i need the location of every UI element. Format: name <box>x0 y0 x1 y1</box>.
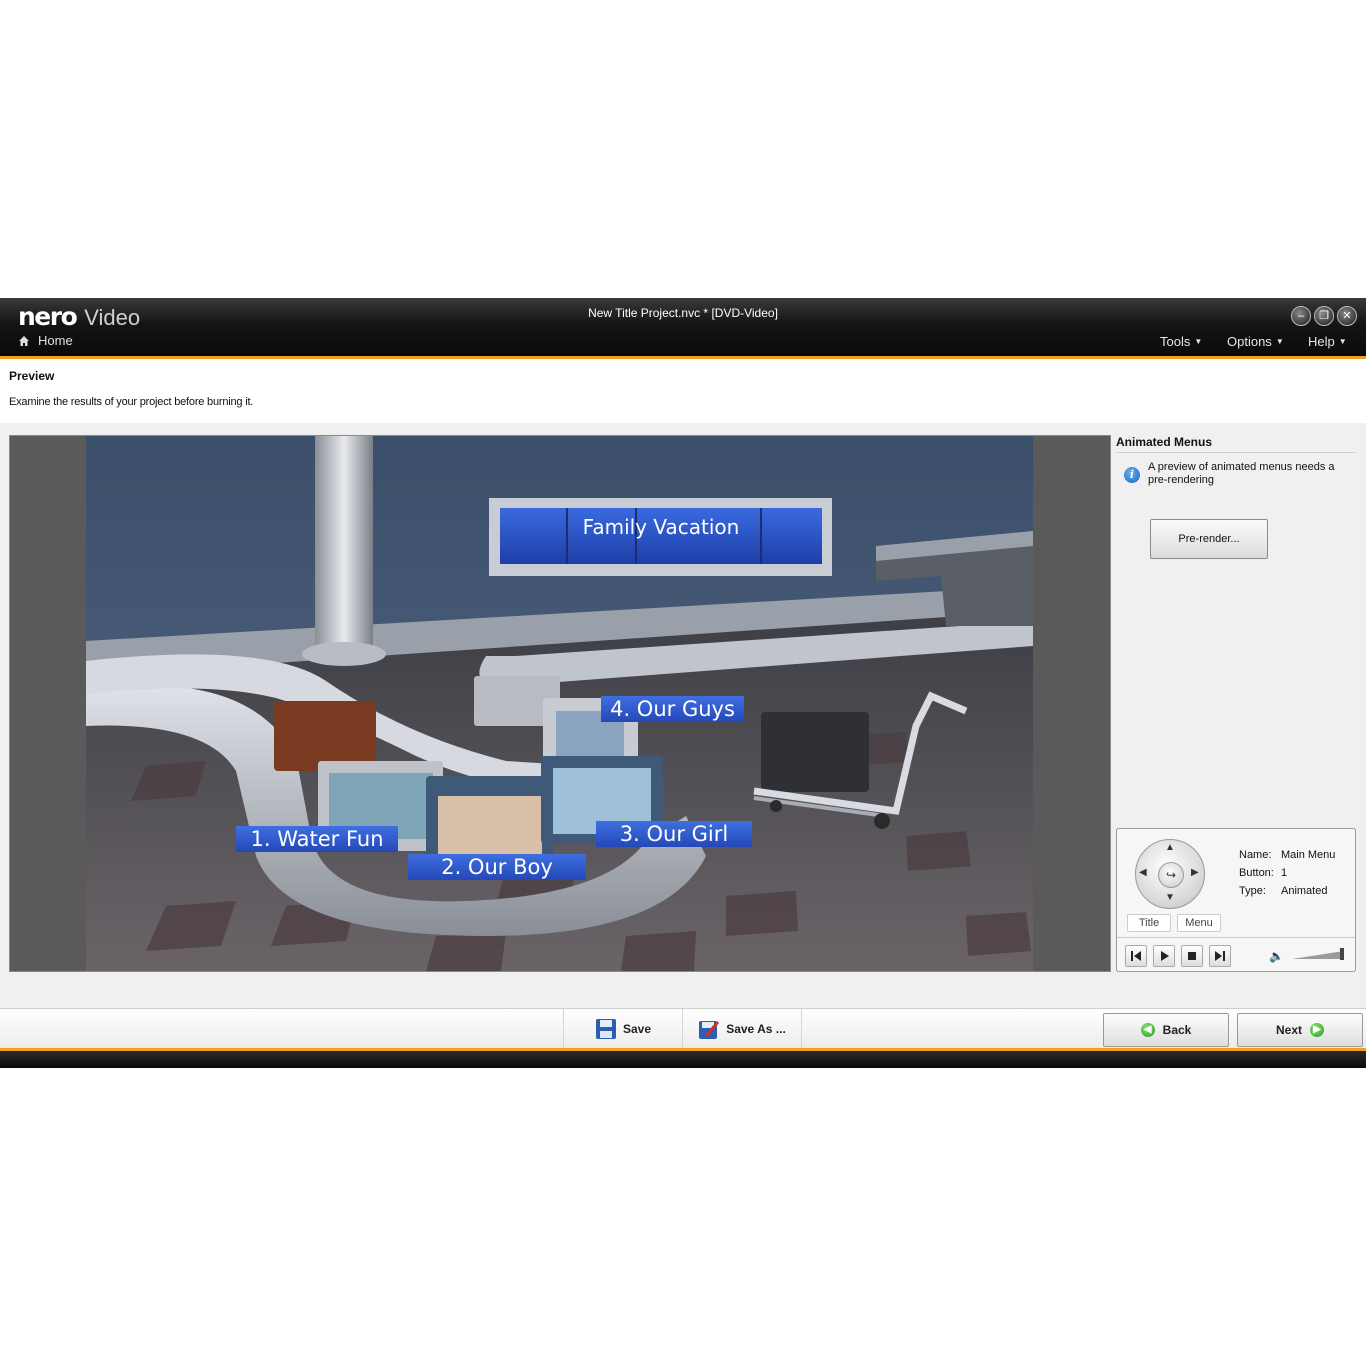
menu-help-label: Help <box>1308 334 1335 349</box>
enter-icon[interactable]: ↪ <box>1158 862 1184 888</box>
remote-divider <box>1117 937 1355 938</box>
nero-video-window: nero Video Home New Title Project.nvc * … <box>0 298 1366 1068</box>
menu-button-our-guys[interactable]: 4. Our Guys <box>601 696 744 722</box>
up-arrow-icon[interactable]: ▲ <box>1165 842 1175 853</box>
bottom-toolbar: Save Save As ... ◀ Back Next ▶ <box>0 1008 1366 1049</box>
save-as-label: Save As ... <box>726 1022 786 1036</box>
menu-button-our-boy[interactable]: 2. Our Boy <box>408 854 586 880</box>
page-description: Examine the results of your project befo… <box>9 396 254 408</box>
type-label: Type: <box>1239 885 1266 897</box>
button-row: Button: 1 <box>1239 867 1287 879</box>
volume-slider[interactable] <box>1292 947 1346 961</box>
type-row: Type: Animated <box>1239 885 1327 897</box>
chevron-down-icon: ▼ <box>1275 337 1284 346</box>
play-icon[interactable] <box>1153 945 1175 967</box>
chevron-down-icon: ▼ <box>1338 337 1347 346</box>
down-arrow-icon[interactable]: ▼ <box>1165 892 1175 903</box>
home-link[interactable]: Home <box>18 333 73 348</box>
back-label: Back <box>1162 1023 1192 1037</box>
title-bar: nero Video Home New Title Project.nvc * … <box>0 298 1366 359</box>
home-label: Home <box>38 333 73 348</box>
type-value: Animated <box>1281 885 1328 897</box>
name-label: Name: <box>1239 849 1272 861</box>
menu-banner-title: Family Vacation <box>582 515 740 539</box>
prerender-info-text: A preview of animated menus needs a pre-… <box>1148 461 1335 486</box>
page-title: Preview <box>9 369 55 383</box>
menu-options-label: Options <box>1227 334 1272 349</box>
close-icon[interactable]: ✕ <box>1337 306 1357 326</box>
stop-icon[interactable] <box>1181 945 1203 967</box>
prerender-button[interactable]: Pre-render... <box>1150 519 1268 559</box>
skip-forward-icon[interactable] <box>1209 945 1231 967</box>
menu-tools[interactable]: Tools ▼ <box>1160 334 1202 349</box>
dpad: ▲ ▼ ◀ ▶ ↪ <box>1135 839 1205 909</box>
next-button[interactable]: Next ▶ <box>1237 1013 1363 1047</box>
save-label: Save <box>622 1022 652 1036</box>
preview-scene: Family Vacation 1. Water Fun 2. Our Boy … <box>86 436 1033 971</box>
menu-help[interactable]: Help ▼ <box>1308 334 1347 349</box>
chevron-down-icon: ▼ <box>1194 337 1203 346</box>
minimize-icon[interactable]: – <box>1291 306 1311 326</box>
left-arrow-icon[interactable]: ◀ <box>1139 867 1147 878</box>
home-icon <box>19 335 29 346</box>
status-footer <box>0 1048 1366 1068</box>
menu-button-our-girl[interactable]: 3. Our Girl <box>596 821 752 847</box>
window-title: New Title Project.nvc * [DVD-Video] <box>588 306 778 320</box>
next-label: Next <box>1275 1023 1302 1037</box>
button-label: Button: <box>1239 867 1274 879</box>
animated-menus-title: Animated Menus <box>1116 435 1356 453</box>
menu-button[interactable]: Menu <box>1177 914 1221 932</box>
restore-icon[interactable]: ❐ <box>1314 306 1334 326</box>
volume-icon[interactable]: 🔈 <box>1269 949 1284 963</box>
menu-button-water-fun[interactable]: 1. Water Fun <box>236 826 398 852</box>
skip-back-icon[interactable] <box>1125 945 1147 967</box>
remote-control: ▲ ▼ ◀ ▶ ↪ Title Menu Name: Main Menu Butt… <box>1116 828 1356 972</box>
info-icon: i <box>1124 467 1140 483</box>
button-value: 1 <box>1281 867 1288 879</box>
back-arrow-icon: ◀ <box>1140 1023 1155 1037</box>
floppy-disk-icon <box>595 1019 616 1039</box>
menu-preview: Family Vacation 1. Water Fun 2. Our Boy … <box>9 435 1111 972</box>
right-arrow-icon[interactable]: ▶ <box>1191 867 1199 878</box>
menu-tools-label: Tools <box>1160 334 1191 349</box>
name-value: Main Menu <box>1281 849 1336 861</box>
save-as-icon <box>699 1021 720 1039</box>
menu-options[interactable]: Options ▼ <box>1227 334 1284 349</box>
next-arrow-icon: ▶ <box>1310 1023 1324 1037</box>
save-as-button[interactable]: Save As ... <box>682 1009 802 1049</box>
name-row: Name: Main Menu <box>1239 849 1335 861</box>
save-button[interactable]: Save <box>563 1009 682 1049</box>
title-button[interactable]: Title <box>1127 914 1171 932</box>
back-button[interactable]: ◀ Back <box>1103 1013 1229 1047</box>
